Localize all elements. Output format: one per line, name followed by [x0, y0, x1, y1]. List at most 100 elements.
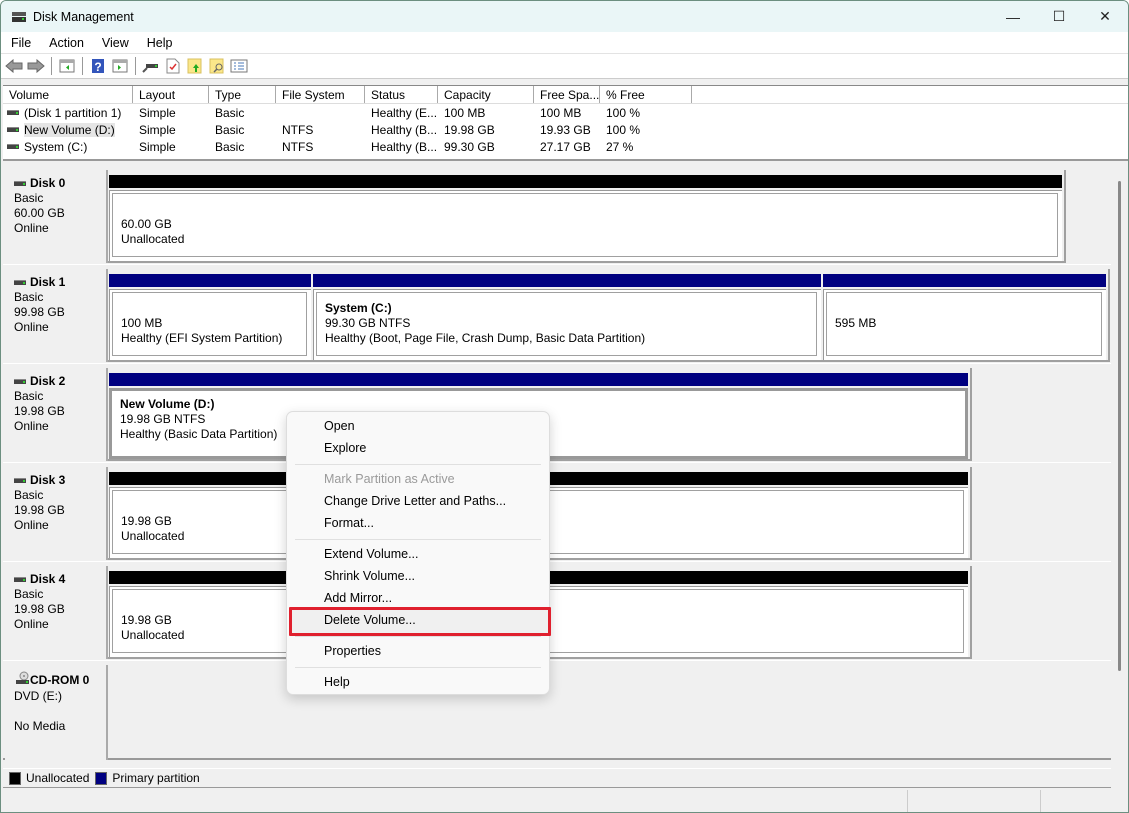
connect-drive-icon[interactable] — [142, 57, 160, 75]
volume-row[interactable]: (Disk 1 partition 1) Simple Basic Health… — [3, 104, 1128, 121]
disk-row: Disk 4 Basic 19.98 GB Online 19.98 GB Un… — [3, 562, 1111, 661]
drive-icon — [7, 144, 19, 149]
volume-percent-free: 100 % — [606, 105, 641, 120]
column-volume[interactable]: Volume — [3, 86, 133, 103]
disk-state: Online — [14, 221, 49, 235]
volume-layout: Simple — [139, 139, 176, 154]
column-capacity[interactable]: Capacity — [438, 86, 534, 103]
partition-title: New Volume (D:) — [120, 397, 215, 411]
disk-size: 19.98 GB — [14, 503, 65, 517]
cdrom-label[interactable]: CD-ROM 0 DVD (E:) No Media — [5, 665, 108, 760]
disk-label[interactable]: Disk 2 Basic 19.98 GB Online — [5, 368, 108, 461]
list-settings-icon[interactable] — [230, 57, 248, 75]
folder-search-icon[interactable] — [208, 57, 226, 75]
folder-up-icon[interactable] — [186, 57, 204, 75]
column-layout[interactable]: Layout — [133, 86, 209, 103]
menu-action[interactable]: Action — [39, 36, 92, 50]
column-free-space[interactable]: Free Spa... — [534, 86, 600, 103]
legend-label-unallocated: Unallocated — [26, 771, 90, 785]
menu-view[interactable]: View — [92, 36, 137, 50]
disk-name: Disk 3 — [30, 473, 66, 487]
disk-state: Online — [14, 617, 49, 631]
cdrom-name: CD-ROM 0 — [30, 672, 90, 687]
scrollbar-thumb[interactable] — [1118, 181, 1121, 671]
legend-label-primary: Primary partition — [112, 771, 200, 785]
menu-item-help[interactable]: Help — [287, 671, 549, 693]
disk-row: Disk 3 Basic 19.98 GB Online 19.98 GB Un… — [3, 463, 1111, 562]
disk-label[interactable]: Disk 3 Basic 19.98 GB Online — [5, 467, 108, 560]
volume-list-header: Volume Layout Type File System Status Ca… — [3, 86, 1128, 104]
menu-file[interactable]: File — [1, 36, 39, 50]
volume-free-space: 19.93 GB — [540, 122, 591, 137]
partition-color-bar — [109, 373, 968, 386]
volume-layout: Simple — [139, 105, 176, 120]
drive-icon — [7, 127, 19, 132]
menu-item-shrink-volume[interactable]: Shrink Volume... — [287, 565, 549, 587]
disk-size: 99.98 GB — [14, 305, 65, 319]
disk-row: Disk 2 Basic 19.98 GB Online New Volume … — [3, 364, 1111, 463]
partition-system-c[interactable]: System (C:) 99.30 GB NTFS Healthy (Boot,… — [313, 274, 821, 360]
column-file-system[interactable]: File System — [276, 86, 365, 103]
properties-check-icon[interactable] — [164, 57, 182, 75]
partition-color-bar — [109, 175, 1062, 188]
disk-graph-view: Disk 0 Basic 60.00 GB Online 60.00 GB Un… — [3, 166, 1111, 763]
disk-size: 19.98 GB — [14, 602, 65, 616]
menu-item-open[interactable]: Open — [287, 415, 549, 437]
close-button[interactable]: ✕ — [1082, 1, 1128, 32]
show-hide-console-tree-icon[interactable] — [58, 57, 76, 75]
minimize-button[interactable]: — — [990, 1, 1036, 32]
column-status[interactable]: Status — [365, 86, 438, 103]
title-bar: Disk Management — ☐ ✕ — [1, 1, 1128, 32]
partition-unallocated[interactable]: 60.00 GB Unallocated — [109, 175, 1062, 261]
menu-separator — [295, 464, 541, 465]
menu-item-explore[interactable]: Explore — [287, 437, 549, 459]
forward-arrow-icon[interactable] — [27, 57, 45, 75]
back-arrow-icon[interactable] — [5, 57, 23, 75]
drive-icon — [7, 110, 19, 115]
toolbar-separator — [82, 57, 83, 75]
column-type[interactable]: Type — [209, 86, 276, 103]
partition-recovery[interactable]: 595 MB — [823, 274, 1106, 360]
disk-size: 60.00 GB — [14, 206, 65, 220]
disk-name: Disk 1 — [30, 275, 66, 289]
disk-icon — [14, 577, 26, 582]
help-icon[interactable]: ? — [89, 57, 107, 75]
volume-type: Basic — [215, 139, 245, 154]
volume-row[interactable]: New Volume (D:) Simple Basic NTFS Health… — [3, 121, 1128, 138]
vertical-scrollbar[interactable] — [1113, 166, 1127, 766]
maximize-button[interactable]: ☐ — [1036, 1, 1082, 32]
column-percent-free[interactable]: % Free — [600, 86, 692, 103]
status-pane — [908, 790, 1041, 812]
legend-swatch-primary — [95, 771, 108, 785]
action-pane-icon[interactable] — [111, 57, 129, 75]
disk-name: Disk 2 — [30, 374, 66, 388]
disk-label[interactable]: Disk 1 Basic 99.98 GB Online — [5, 269, 108, 362]
partition-color-bar — [823, 274, 1106, 287]
volume-file-system: NTFS — [282, 122, 314, 137]
disk-type: Basic — [14, 389, 44, 403]
disk-label[interactable]: Disk 0 Basic 60.00 GB Online — [5, 170, 108, 263]
menu-item-add-mirror[interactable]: Add Mirror... — [287, 587, 549, 609]
menu-item-delete-volume[interactable]: Delete Volume... — [287, 609, 549, 631]
svg-text:?: ? — [94, 60, 101, 74]
toolbar: ? — [1, 54, 1128, 79]
disk-label[interactable]: Disk 4 Basic 19.98 GB Online — [5, 566, 108, 659]
partition-efi[interactable]: 100 MB Healthy (EFI System Partition) — [109, 274, 311, 360]
menu-help[interactable]: Help — [137, 36, 181, 50]
menu-item-properties[interactable]: Properties — [287, 640, 549, 662]
disk-type: Basic — [14, 587, 44, 601]
partition-status: Healthy (EFI System Partition) — [121, 331, 283, 345]
cdrom-state: No Media — [14, 719, 66, 733]
disk-size: 19.98 GB — [14, 404, 65, 418]
menu-item-format[interactable]: Format... — [287, 512, 549, 534]
partition-size: 100 MB — [121, 316, 163, 330]
cdrom-row: CD-ROM 0 DVD (E:) No Media — [3, 661, 1111, 760]
volume-percent-free: 100 % — [606, 122, 641, 137]
volume-file-system: NTFS — [282, 139, 314, 154]
volume-type: Basic — [215, 122, 245, 137]
partition-size: 595 MB — [835, 316, 877, 330]
menu-item-change-drive-letter[interactable]: Change Drive Letter and Paths... — [287, 490, 549, 512]
volume-free-space: 27.17 GB — [540, 139, 591, 154]
menu-item-extend-volume[interactable]: Extend Volume... — [287, 543, 549, 565]
volume-row[interactable]: System (C:) Simple Basic NTFS Healthy (B… — [3, 138, 1128, 155]
